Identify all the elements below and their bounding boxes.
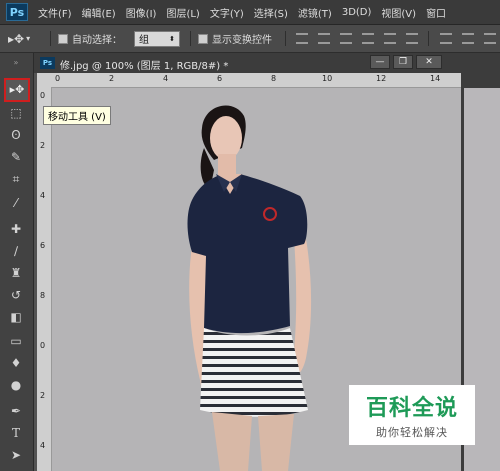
menu-file[interactable]: 文件(F) — [38, 5, 72, 20]
auto-select-checkbox[interactable]: 自动选择： — [58, 30, 122, 47]
move-icon: ▸✥ — [9, 83, 25, 96]
move-tool-tooltip: 移动工具 (V) — [43, 106, 111, 125]
menu-select[interactable]: 选择(S) — [254, 5, 288, 20]
pen-tool[interactable]: ✒ — [7, 403, 25, 419]
divider — [285, 31, 286, 46]
auto-select-label: 自动选择： — [72, 35, 122, 46]
options-bar: ▸✥ ▾ 自动选择： 组 ⬍ 显示变换控件 — [0, 25, 500, 53]
marquee-tool[interactable]: ⬚ — [7, 105, 25, 121]
ruler-label: 2 — [109, 74, 115, 83]
type-tool[interactable]: T — [7, 425, 25, 441]
ruler-label: 2 — [40, 141, 46, 150]
quick-select-tool[interactable]: ✎ — [7, 149, 25, 165]
move-tool[interactable]: ▸✥ — [4, 78, 30, 102]
menu-view[interactable]: 视图(V) — [381, 5, 416, 20]
ruler-label: 0 — [40, 91, 46, 100]
tool-preset-picker[interactable]: ▸✥ ▾ — [8, 30, 30, 47]
ruler-label: 10 — [322, 74, 333, 83]
updown-arrow-icon: ⬍ — [169, 34, 175, 43]
menu-3d[interactable]: 3D(D) — [342, 7, 372, 18]
menu-layer[interactable]: 图层(L) — [166, 5, 199, 20]
distribute-center-icon[interactable] — [462, 33, 474, 44]
menu-filter[interactable]: 滤镜(T) — [298, 5, 332, 20]
document-title[interactable]: 修.jpg @ 100% (图层 1, RGB/8#) * — [60, 57, 228, 72]
menu-items: 文件(F) 编辑(E) 图像(I) 图层(L) 文字(Y) 选择(S) 滤镜(T… — [38, 0, 446, 24]
ps-document-icon: Ps — [40, 57, 55, 69]
ruler-label: 12 — [376, 74, 387, 83]
brush-tool[interactable]: ∕ — [7, 243, 25, 259]
eyedropper-tool[interactable]: ⁄ — [7, 195, 25, 211]
auto-select-dropdown[interactable]: 组 ⬍ — [134, 30, 180, 47]
move-icon: ▸✥ — [8, 31, 25, 46]
history-brush-tool[interactable]: ↺ — [7, 287, 25, 303]
collapse-icon[interactable]: » — [7, 55, 25, 71]
ruler-label: 4 — [40, 441, 46, 450]
distribute-top-icon[interactable] — [440, 33, 452, 44]
menu-image[interactable]: 图像(I) — [126, 5, 157, 20]
chevron-down-icon: ▾ — [26, 34, 31, 43]
ruler-label: 0 — [55, 74, 61, 83]
ruler-label: 8 — [40, 291, 46, 300]
align-right-icon[interactable] — [406, 33, 418, 44]
blur-tool[interactable]: ♦ — [7, 355, 25, 371]
ruler-label: 6 — [217, 74, 223, 83]
ruler-label: 6 — [40, 241, 46, 250]
dodge-tool[interactable]: ● — [7, 377, 25, 393]
align-bottom-icon[interactable] — [340, 33, 352, 44]
close-button[interactable]: ✕ — [416, 55, 442, 69]
path-select-tool[interactable]: ➤ — [7, 447, 25, 463]
gradient-tool[interactable]: ▭ — [7, 333, 25, 349]
align-top-icon[interactable] — [296, 33, 308, 44]
ruler-label: 0 — [40, 341, 46, 350]
crop-tool[interactable]: ⌗ — [7, 171, 25, 187]
show-transform-checkbox[interactable]: 显示变换控件 — [198, 30, 272, 47]
menu-edit[interactable]: 编辑(E) — [82, 5, 116, 20]
show-transform-label: 显示变换控件 — [212, 35, 272, 46]
horizontal-ruler[interactable]: 0 2 4 6 8 10 12 14 — [37, 73, 461, 88]
align-hcenter-icon[interactable] — [384, 33, 396, 44]
divider — [50, 31, 51, 46]
ruler-label: 14 — [430, 74, 441, 83]
watermark-title: 百科全说 — [365, 396, 458, 421]
checkbox-icon — [198, 33, 208, 44]
tools-panel: » ⬚ ʘ ✎ ⌗ ⁄ ✚ ∕ ♜ ↺ ◧ ▭ ♦ ● ✒ T ➤ — [0, 53, 34, 471]
ruler-label: 4 — [163, 74, 169, 83]
divider — [190, 31, 191, 46]
divider — [428, 31, 429, 46]
eraser-tool[interactable]: ◧ — [7, 309, 25, 325]
align-left-icon[interactable] — [362, 33, 374, 44]
minimize-button[interactable]: — — [370, 55, 390, 69]
stamp-tool[interactable]: ♜ — [7, 265, 25, 281]
align-vcenter-icon[interactable] — [318, 33, 330, 44]
vertical-ruler[interactable]: 0 2 4 6 8 0 2 4 — [37, 87, 52, 471]
photoshop-logo: Ps — [6, 3, 28, 21]
distribute-bottom-icon[interactable] — [484, 33, 496, 44]
watermark-subtitle: 助你轻松解决 — [376, 426, 448, 439]
checkbox-icon — [58, 33, 68, 44]
menu-window[interactable]: 窗口 — [426, 5, 446, 20]
ruler-label: 4 — [40, 191, 46, 200]
menu-type[interactable]: 文字(Y) — [210, 5, 244, 20]
ruler-label: 2 — [40, 391, 46, 400]
restore-button[interactable]: ❐ — [393, 55, 413, 69]
auto-select-value: 组 — [139, 35, 149, 46]
ruler-label: 8 — [271, 74, 277, 83]
lasso-tool[interactable]: ʘ — [7, 127, 25, 143]
healing-tool[interactable]: ✚ — [7, 221, 25, 237]
